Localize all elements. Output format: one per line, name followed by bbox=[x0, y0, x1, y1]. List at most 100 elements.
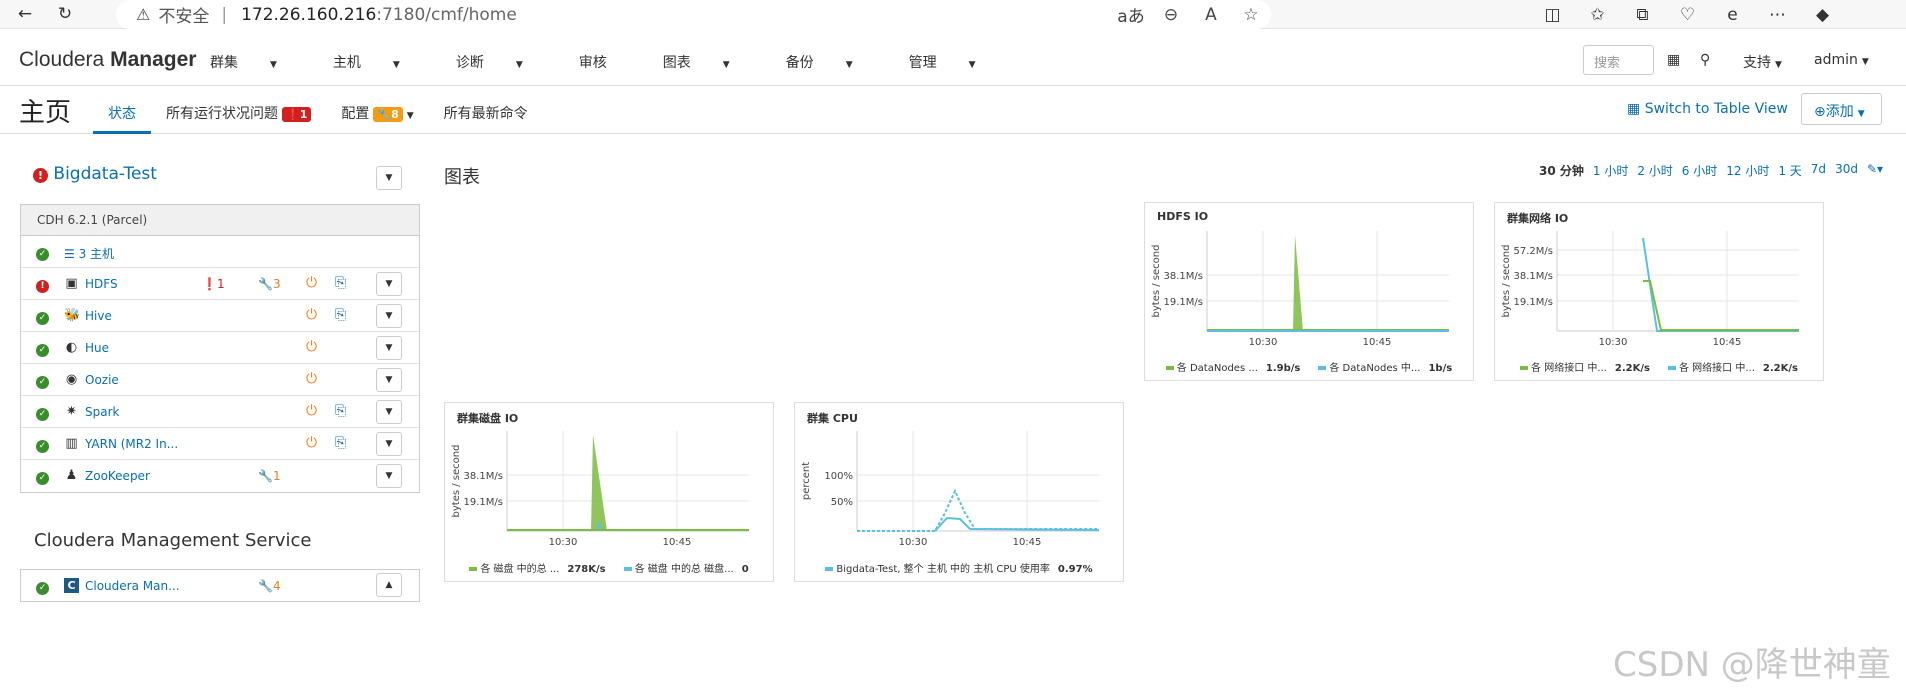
config-issues-count[interactable]: 🔧4 bbox=[258, 579, 281, 593]
browser-essentials-icon[interactable]: ♡ bbox=[1665, 0, 1710, 29]
legend-item[interactable]: 各 磁盘 中的总 ... 278K/s bbox=[469, 560, 606, 575]
range-30m[interactable]: 30 分钟 bbox=[1539, 162, 1584, 179]
parcel-icon[interactable]: ▦ bbox=[1667, 52, 1680, 68]
stale-config-icon[interactable]: ⎘ bbox=[335, 275, 346, 291]
split-screen-icon[interactable]: ◫ bbox=[1530, 0, 1575, 29]
restart-icon[interactable]: ⏻ bbox=[306, 339, 317, 355]
legend-item[interactable]: Bigdata-Test, 整个 主机 中的 主机 CPU 使用率 0.97% bbox=[825, 560, 1093, 575]
brand-logo[interactable]: Cloudera Manager bbox=[19, 48, 196, 72]
legend-item[interactable]: 各 网络接口 中... 2.2K/s bbox=[1520, 359, 1650, 374]
service-link[interactable]: Oozie bbox=[85, 373, 119, 387]
range-12h[interactable]: 12 小时 bbox=[1726, 162, 1769, 179]
more-icon[interactable]: ⋯ bbox=[1755, 0, 1800, 29]
menu-diagnostics[interactable]: 诊断 ▼ bbox=[456, 52, 551, 72]
menu-backup[interactable]: 备份 ▼ bbox=[786, 52, 881, 72]
health-issues-count[interactable]: ❗1 bbox=[202, 277, 225, 291]
restart-icon[interactable]: ⏻ bbox=[306, 307, 317, 323]
chart-svg: 19.1M/s 38.1M/s 10:30 10:45 bytes / second bbox=[1151, 231, 1449, 348]
support-menu[interactable]: 支持 ▼ bbox=[1743, 52, 1782, 72]
x-tick-label: 10:30 bbox=[1249, 337, 1278, 348]
tab-health-issues[interactable]: 所有运行状况问题 ❗1 bbox=[151, 86, 326, 134]
favorite-star-icon[interactable]: ☆ bbox=[1231, 0, 1271, 29]
url-host: 172.26.160.216 bbox=[241, 4, 377, 25]
tab-status[interactable]: 状态 bbox=[93, 86, 151, 134]
menu-audits[interactable]: 审核 bbox=[579, 52, 635, 72]
restart-icon[interactable]: ⏻ bbox=[306, 275, 317, 291]
service-actions-dropdown[interactable]: ▼ bbox=[376, 368, 402, 392]
restart-icon[interactable]: ⏻ bbox=[306, 371, 317, 387]
edit-charts-icon[interactable]: ✎▾ bbox=[1867, 162, 1883, 179]
chart-hdfs-io[interactable]: HDFS IO 19.1M/s 38.1M/s 10:30 10:45 bytes / s… bbox=[1144, 202, 1474, 381]
edge-icon[interactable]: e bbox=[1710, 0, 1755, 29]
user-menu[interactable]: admin ▼ bbox=[1814, 52, 1869, 68]
restart-icon[interactable]: ⏻ bbox=[306, 435, 317, 451]
config-issues-count[interactable]: 🔧1 bbox=[258, 469, 281, 483]
service-actions-dropdown[interactable]: ▼ bbox=[376, 272, 402, 296]
service-link[interactable]: ZooKeeper bbox=[85, 469, 150, 483]
chart-cluster-cpu[interactable]: 群集 CPU 50% 100% 10:30 10:45 percent Bigdata-Te… bbox=[794, 402, 1124, 582]
management-service-link[interactable]: Cloudera Man... bbox=[85, 579, 180, 593]
text-size-icon[interactable]: A bbox=[1191, 0, 1231, 29]
series-line bbox=[1642, 237, 1799, 332]
y-tick-label: 38.1M/s bbox=[1164, 271, 1203, 282]
menu-clusters[interactable]: 群集 ▼ bbox=[210, 52, 305, 72]
back-icon[interactable]: ← bbox=[5, 0, 45, 29]
legend-item[interactable]: 各 磁盘 中的总 磁盘... 0 bbox=[623, 560, 749, 575]
favorites-icon[interactable]: ✩ bbox=[1575, 0, 1620, 29]
service-link[interactable]: HDFS bbox=[85, 277, 118, 291]
range-1d[interactable]: 1 天 bbox=[1778, 162, 1801, 179]
x-tick-label: 10:30 bbox=[549, 537, 578, 548]
chart-cluster-disk-io[interactable]: 群集磁盘 IO 19.1M/s 38.1M/s 10:30 10:45 bytes / s… bbox=[444, 402, 774, 582]
service-actions-dropdown[interactable]: ▼ bbox=[376, 400, 402, 424]
add-button[interactable]: ⊕添加 ▼ bbox=[1801, 93, 1882, 125]
service-actions-dropdown[interactable]: ▼ bbox=[376, 336, 402, 360]
service-link[interactable]: YARN (MR2 In... bbox=[85, 437, 178, 451]
stale-config-icon[interactable]: ⎘ bbox=[335, 435, 346, 451]
range-7d[interactable]: 7d bbox=[1811, 162, 1826, 179]
switch-table-view-link[interactable]: ▦ Switch to Table View bbox=[1627, 101, 1788, 117]
range-2h[interactable]: 2 小时 bbox=[1637, 162, 1672, 179]
legend-item[interactable]: 各 网络接口 中... 2.2K/s bbox=[1668, 359, 1798, 374]
page-title: 主页 bbox=[19, 98, 72, 128]
error-status-icon: ! bbox=[36, 279, 49, 293]
refresh-icon[interactable]: ↻ bbox=[45, 0, 85, 29]
zoom-out-icon[interactable]: ⊖ bbox=[1151, 0, 1191, 29]
copilot-icon[interactable]: ◆ bbox=[1800, 0, 1845, 29]
read-aloud-icon[interactable]: aあ bbox=[1111, 0, 1151, 29]
app-navbar: Cloudera Manager 群集 ▼ 主机 ▼ 诊断 ▼ 审核 图表 ▼ 备份 ▼ … bbox=[0, 29, 1906, 86]
menu-hosts[interactable]: 主机 ▼ bbox=[333, 52, 428, 72]
series-area bbox=[591, 435, 607, 531]
service-link[interactable]: Hive bbox=[85, 309, 112, 323]
hosts-link[interactable]: ☰ 3 主机 bbox=[64, 245, 114, 262]
service-row: ✓ 🐝 Hive ⏻ ⎘ ▼ bbox=[21, 300, 419, 332]
range-6h[interactable]: 6 小时 bbox=[1682, 162, 1717, 179]
address-bar[interactable]: ⚠ 不安全 | 172.26.160.216 :7180/cmf/home aあ… bbox=[116, 0, 1271, 29]
management-actions-dropdown[interactable]: ▲ bbox=[376, 573, 402, 597]
menu-charts[interactable]: 图表 ▼ bbox=[663, 52, 758, 72]
collections-icon[interactable]: ⧉ bbox=[1620, 0, 1665, 29]
service-actions-dropdown[interactable]: ▼ bbox=[376, 464, 402, 488]
tab-configuration[interactable]: 配置 🔧8 ▼ bbox=[326, 86, 428, 134]
service-link[interactable]: Spark bbox=[85, 405, 119, 419]
restart-icon[interactable]: ⏻ bbox=[306, 403, 317, 419]
cluster-actions-dropdown[interactable]: ▼ bbox=[376, 166, 402, 190]
service-link[interactable]: Hue bbox=[85, 341, 109, 355]
watermark: CSDN @降世神童 bbox=[1613, 645, 1891, 685]
menu-admin[interactable]: 管理 ▼ bbox=[909, 52, 1004, 72]
running-commands-icon[interactable]: ⚲ bbox=[1700, 52, 1710, 68]
service-actions-dropdown[interactable]: ▼ bbox=[376, 432, 402, 456]
config-issues-count[interactable]: 🔧3 bbox=[258, 277, 281, 291]
range-30d[interactable]: 30d bbox=[1835, 162, 1858, 179]
service-actions-dropdown[interactable]: ▼ bbox=[376, 304, 402, 328]
error-icon: ! bbox=[33, 168, 48, 183]
legend-item[interactable]: 各 DataNodes ... 1.9b/s bbox=[1165, 359, 1300, 374]
cluster-name[interactable]: ! Bigdata-Test bbox=[33, 164, 157, 184]
chart-cluster-network-io[interactable]: 群集网络 IO 19.1M/s 38.1M/s 57.2M/s 10:30 10:45 by… bbox=[1494, 202, 1824, 381]
search-input[interactable]: 搜索 bbox=[1583, 45, 1654, 75]
legend-value: 2.2K/s bbox=[1762, 363, 1798, 374]
stale-config-icon[interactable]: ⎘ bbox=[335, 403, 346, 419]
tab-recent-commands[interactable]: 所有最新命令 bbox=[429, 86, 543, 134]
range-1h[interactable]: 1 小时 bbox=[1593, 162, 1628, 179]
legend-item[interactable]: 各 DataNodes 中... 1b/s bbox=[1318, 359, 1452, 374]
stale-config-icon[interactable]: ⎘ bbox=[335, 307, 346, 323]
